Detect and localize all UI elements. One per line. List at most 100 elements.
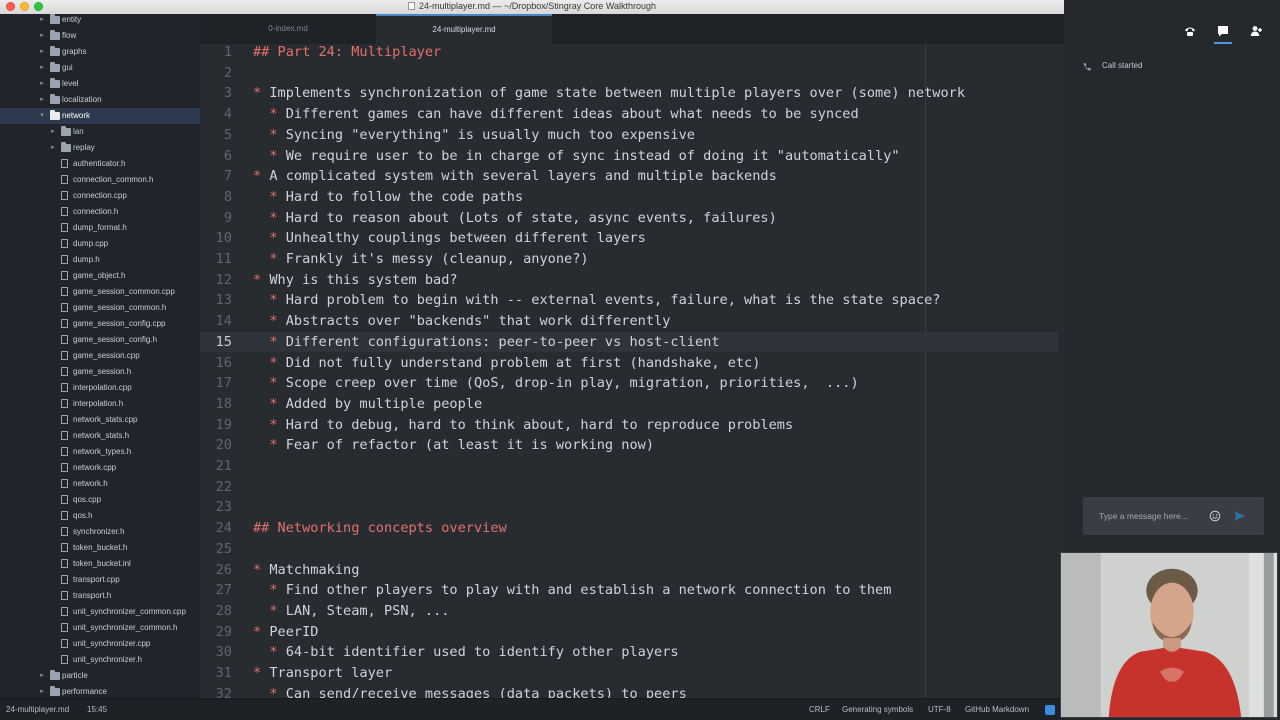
- code-line[interactable]: 28 * LAN, Steam, PSN, ...: [200, 601, 1058, 622]
- tree-folder-network[interactable]: ▾ network: [0, 108, 200, 124]
- code-line[interactable]: 32 * Can send/receive messages (data pac…: [200, 684, 1058, 698]
- tree-file-interpolation-cpp[interactable]: interpolation.cpp: [0, 380, 200, 396]
- chevron-right-icon[interactable]: ▸: [38, 14, 46, 28]
- tree-file-game-session-config-cpp[interactable]: game_session_config.cpp: [0, 316, 200, 332]
- chevron-right-icon[interactable]: ▸: [38, 92, 46, 108]
- code-line[interactable]: 22: [200, 477, 1058, 498]
- code-line[interactable]: 15 * Different configurations: peer-to-p…: [200, 331, 1058, 353]
- send-icon[interactable]: [1234, 511, 1246, 521]
- code-line[interactable]: 10 * Unhealthy couplings between differe…: [200, 228, 1058, 249]
- tree-file-network-stats-h[interactable]: network_stats.h: [0, 428, 200, 444]
- tree-folder-graphs[interactable]: ▸ graphs: [0, 44, 200, 60]
- code-editor[interactable]: 1 ## Part 24: Multiplayer 2 3 * Implements s…: [200, 44, 1064, 698]
- tree-folder-level[interactable]: ▸ level: [0, 76, 200, 92]
- status-file-name[interactable]: 24-multiplayer.md: [6, 699, 69, 720]
- status-grammar[interactable]: GitHub Markdown: [965, 699, 1029, 720]
- tree-file-unit-synchronizer-h[interactable]: unit_synchronizer.h: [0, 652, 200, 668]
- emoji-icon[interactable]: [1209, 510, 1221, 522]
- code-line[interactable]: 1 ## Part 24: Multiplayer: [200, 44, 1058, 63]
- code-line[interactable]: 14 * Abstracts over "backends" that work…: [200, 311, 1058, 332]
- tree-file-unit-synchronizer-cpp[interactable]: unit_synchronizer.cpp: [0, 636, 200, 652]
- tree-file-interpolation-h[interactable]: interpolation.h: [0, 396, 200, 412]
- tree-file-qos-h[interactable]: qos.h: [0, 508, 200, 524]
- tree-file-connection-cpp[interactable]: connection.cpp: [0, 188, 200, 204]
- tab-24-multiplayer[interactable]: 24-multiplayer.md: [376, 14, 552, 44]
- tree-file-network-stats-cpp[interactable]: network_stats.cpp: [0, 412, 200, 428]
- code-line[interactable]: 11 * Frankly it's messy (cleanup, anyone…: [200, 249, 1058, 270]
- tree-file-game-session-common-cpp[interactable]: game_session_common.cpp: [0, 284, 200, 300]
- code-line[interactable]: 17 * Scope creep over time (QoS, drop-in…: [200, 373, 1058, 394]
- tree-file-transport-h[interactable]: transport.h: [0, 588, 200, 604]
- chevron-right-icon[interactable]: ▸: [49, 140, 57, 156]
- tree-file-game-session-h[interactable]: game_session.h: [0, 364, 200, 380]
- status-line-ending[interactable]: CRLF: [809, 699, 830, 720]
- tree-file-game-session-config-h[interactable]: game_session_config.h: [0, 332, 200, 348]
- people-icon[interactable]: [1250, 24, 1264, 38]
- chevron-right-icon[interactable]: ▸: [38, 60, 46, 76]
- phone-icon[interactable]: [1183, 24, 1197, 38]
- tree-folder-flow[interactable]: ▸ flow: [0, 28, 200, 44]
- code-line[interactable]: 27 * Find other players to play with and…: [200, 580, 1058, 601]
- chevron-right-icon[interactable]: ▸: [38, 44, 46, 60]
- message-input[interactable]: [1099, 507, 1209, 525]
- code-line[interactable]: 19 * Hard to debug, hard to think about,…: [200, 415, 1058, 436]
- tree-folder-entity[interactable]: ▸ entity: [0, 14, 200, 28]
- tree-file-unit-synchronizer-common-h[interactable]: unit_synchronizer_common.h: [0, 620, 200, 636]
- chevron-right-icon[interactable]: ▸: [38, 28, 46, 44]
- tree-file-unit-synchronizer-common-cpp[interactable]: unit_synchronizer_common.cpp: [0, 604, 200, 620]
- tree-file-dump-cpp[interactable]: dump.cpp: [0, 236, 200, 252]
- tree-file-network-h[interactable]: network.h: [0, 476, 200, 492]
- tree-file-token-bucket-inl[interactable]: token_bucket.inl: [0, 556, 200, 572]
- code-line[interactable]: 31 * Transport layer: [200, 663, 1058, 684]
- tree-file-dump-h[interactable]: dump.h: [0, 252, 200, 268]
- tree-folder-gui[interactable]: ▸ gui: [0, 60, 200, 76]
- github-icon[interactable]: [1045, 705, 1055, 715]
- code-line[interactable]: 13 * Hard problem to begin with -- exter…: [200, 290, 1058, 311]
- tree-file-connection-h[interactable]: connection.h: [0, 204, 200, 220]
- code-line[interactable]: 29 * PeerID: [200, 622, 1058, 643]
- code-line[interactable]: 12 * Why is this system bad?: [200, 270, 1058, 291]
- code-line[interactable]: 6 * We require user to be in charge of s…: [200, 146, 1058, 167]
- code-line[interactable]: 23: [200, 497, 1058, 518]
- code-line[interactable]: 16 * Did not fully understand problem at…: [200, 353, 1058, 374]
- chevron-right-icon[interactable]: ▸: [49, 124, 57, 140]
- code-line[interactable]: 9 * Hard to reason about (Lots of state,…: [200, 208, 1058, 229]
- code-line[interactable]: 4 * Different games can have different i…: [200, 104, 1058, 125]
- code-line[interactable]: 20 * Fear of refactor (at least it is wo…: [200, 435, 1058, 456]
- tree-file-token-bucket-h[interactable]: token_bucket.h: [0, 540, 200, 556]
- tree-file-network-types-h[interactable]: network_types.h: [0, 444, 200, 460]
- tree-file-network-cpp[interactable]: network.cpp: [0, 460, 200, 476]
- code-line[interactable]: 25: [200, 539, 1058, 560]
- tree-file-authenticator-h[interactable]: authenticator.h: [0, 156, 200, 172]
- tree-file-qos-cpp[interactable]: qos.cpp: [0, 492, 200, 508]
- tree-folder-particle[interactable]: ▸ particle: [0, 668, 200, 684]
- tree-file-game-object-h[interactable]: game_object.h: [0, 268, 200, 284]
- code-line[interactable]: 24 ## Networking concepts overview: [200, 518, 1058, 539]
- tree-file-connection-common-h[interactable]: connection_common.h: [0, 172, 200, 188]
- tree-file-game-session-common-h[interactable]: game_session_common.h: [0, 300, 200, 316]
- chevron-down-icon[interactable]: ▾: [38, 108, 46, 124]
- code-line[interactable]: 5 * Syncing "everything" is usually much…: [200, 125, 1058, 146]
- chevron-right-icon[interactable]: ▸: [38, 668, 46, 684]
- code-line[interactable]: 8 * Hard to follow the code paths: [200, 187, 1058, 208]
- code-line[interactable]: 30 * 64-bit identifier used to identify …: [200, 642, 1058, 663]
- chevron-right-icon[interactable]: ▸: [38, 684, 46, 698]
- chat-icon[interactable]: [1216, 24, 1230, 38]
- tree-folder-localization[interactable]: ▸ localization: [0, 92, 200, 108]
- tree-file-game-session-cpp[interactable]: game_session.cpp: [0, 348, 200, 364]
- code-line[interactable]: 7 * A complicated system with several lay…: [200, 166, 1058, 187]
- tree-folder-performance[interactable]: ▸ performance: [0, 684, 200, 698]
- chevron-right-icon[interactable]: ▸: [38, 76, 46, 92]
- tree-folder-lan[interactable]: ▸ lan: [0, 124, 200, 140]
- tree-file-dump-format-h[interactable]: dump_format.h: [0, 220, 200, 236]
- tab-0-index[interactable]: 0-index.md: [200, 14, 376, 44]
- status-cursor-position[interactable]: 15:45: [87, 699, 107, 720]
- code-line[interactable]: 21: [200, 456, 1058, 477]
- tree-folder-replay[interactable]: ▸ replay: [0, 140, 200, 156]
- code-line[interactable]: 26 * Matchmaking: [200, 560, 1058, 581]
- status-encoding[interactable]: UTF-8: [928, 699, 951, 720]
- tree-file-transport-cpp[interactable]: transport.cpp: [0, 572, 200, 588]
- code-line[interactable]: 2: [200, 63, 1058, 84]
- tree-file-synchronizer-h[interactable]: synchronizer.h: [0, 524, 200, 540]
- code-line[interactable]: 18 * Added by multiple people: [200, 394, 1058, 415]
